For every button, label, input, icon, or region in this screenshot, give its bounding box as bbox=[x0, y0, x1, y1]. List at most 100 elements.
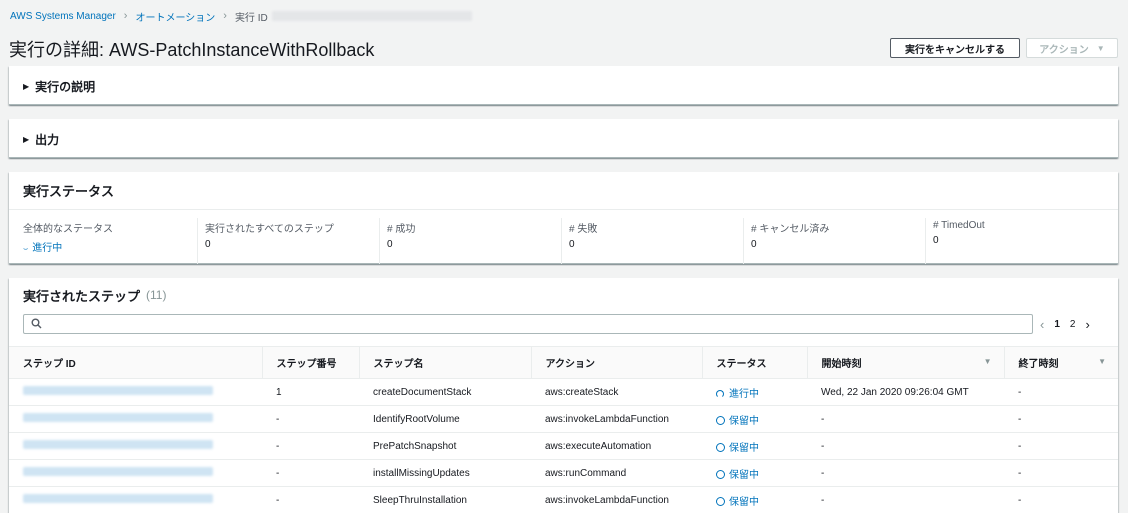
steps-count: (11) bbox=[146, 288, 167, 302]
status-value: 0 bbox=[569, 239, 575, 250]
step-start-time: - bbox=[807, 405, 1004, 433]
page-1-button[interactable]: 1 bbox=[1054, 319, 1060, 330]
sort-caret-down-icon[interactable]: ▼ bbox=[1098, 357, 1106, 366]
step-status: 保留中 bbox=[702, 486, 807, 513]
step-start-time: - bbox=[807, 459, 1004, 487]
status-value: 0 bbox=[205, 239, 211, 250]
step-name: IdentifyRootVolume bbox=[359, 405, 531, 433]
col-action[interactable]: アクション bbox=[530, 346, 702, 379]
step-name: PrePatchSnapshot bbox=[359, 432, 531, 460]
step-action: aws:createStack bbox=[531, 378, 702, 406]
col-start-time-label: 開始時刻 bbox=[821, 359, 862, 370]
page-2-button[interactable]: 2 bbox=[1070, 319, 1076, 330]
breadcrumb-current: 実行 ID bbox=[234, 12, 268, 24]
status-value: 0 bbox=[933, 235, 939, 246]
status-value-text: 進行中 bbox=[32, 243, 63, 254]
in-progress-icon bbox=[716, 389, 724, 398]
table-row: - SleepThruInstallation aws:invokeLambda… bbox=[9, 486, 1118, 513]
step-number: - bbox=[262, 459, 359, 487]
clock-icon bbox=[716, 415, 725, 425]
status-overall: 全体的なステータス ⌣ 進行中 bbox=[9, 218, 197, 264]
step-id-link[interactable] bbox=[9, 405, 262, 433]
status-label: 実行されたすべてのステップ bbox=[205, 224, 334, 235]
caret-right-icon: ▶ bbox=[23, 134, 30, 144]
clock-icon bbox=[716, 469, 725, 479]
chevron-right-icon: › bbox=[223, 10, 227, 22]
step-end-time: - bbox=[1004, 405, 1118, 433]
step-id-link[interactable] bbox=[9, 459, 262, 487]
redacted-step-id bbox=[23, 413, 213, 422]
status-value: ⌣ 進行中 bbox=[23, 239, 197, 254]
sort-caret-down-icon[interactable]: ▼ bbox=[984, 357, 992, 366]
col-step-id[interactable]: ステップ ID bbox=[9, 346, 262, 379]
chevron-left-icon[interactable]: ‹ bbox=[1040, 317, 1044, 332]
status-all-steps: 実行されたすべてのステップ 0 bbox=[197, 218, 379, 264]
breadcrumb-root-link[interactable]: AWS Systems Manager bbox=[10, 11, 116, 22]
col-step-name[interactable]: ステップ名 bbox=[358, 346, 531, 379]
status-grid: 全体的なステータス ⌣ 進行中 実行されたすべてのステップ 0 # 成功 0 # … bbox=[9, 210, 1118, 264]
col-status[interactable]: ステータス bbox=[701, 346, 807, 379]
status-cancelled: # キャンセル済み 0 bbox=[743, 218, 925, 264]
status-failed: # 失敗 0 bbox=[561, 218, 743, 264]
description-expander[interactable]: ▶ 実行の説明 bbox=[9, 66, 1118, 106]
col-end-time-label: 終了時刻 bbox=[1018, 359, 1059, 370]
status-label: 全体的なステータス bbox=[23, 224, 113, 235]
step-status-text: 保留中 bbox=[729, 415, 759, 427]
table-row: 1 createDocumentStack aws:createStack 進行… bbox=[9, 378, 1118, 406]
table-header-row: ステップ ID ステップ番号 ステップ名 アクション ステータス 開始時刻 ▼ 終… bbox=[9, 346, 1118, 379]
clock-icon bbox=[716, 496, 725, 506]
step-end-time: - bbox=[1004, 432, 1118, 460]
cancel-execution-button[interactable]: 実行をキャンセルする bbox=[890, 38, 1020, 58]
step-status: 保留中 bbox=[702, 432, 807, 460]
redacted-step-id bbox=[23, 494, 213, 503]
step-end-time: - bbox=[1004, 486, 1118, 513]
step-status-text: 保留中 bbox=[729, 469, 759, 481]
clock-icon bbox=[716, 442, 725, 452]
step-number: - bbox=[262, 486, 359, 513]
step-id-link[interactable] bbox=[9, 378, 262, 406]
breadcrumb-automation-link[interactable]: オートメーション bbox=[135, 9, 215, 24]
step-id-link[interactable] bbox=[9, 486, 262, 513]
output-heading: 出力 bbox=[35, 132, 60, 147]
step-number: - bbox=[262, 405, 359, 433]
search-icon bbox=[31, 318, 42, 332]
output-panel: ▶ 出力 bbox=[9, 119, 1118, 158]
table-row: - installMissingUpdates aws:runCommand 保… bbox=[9, 459, 1118, 487]
status-label: # キャンセル済み bbox=[751, 224, 830, 235]
step-name: SleepThruInstallation bbox=[359, 486, 531, 513]
status-label: # 成功 bbox=[387, 224, 416, 235]
step-action: aws:runCommand bbox=[531, 459, 702, 487]
actions-dropdown-button[interactable]: アクション ▼ bbox=[1026, 38, 1118, 58]
status-value: 0 bbox=[751, 239, 757, 250]
page-title: 実行の詳細: AWS-PatchInstanceWithRollback bbox=[9, 40, 375, 60]
redacted-step-id bbox=[23, 467, 213, 476]
status-timedout: # TimedOut 0 bbox=[925, 218, 1107, 264]
step-name: installMissingUpdates bbox=[359, 459, 531, 487]
col-start-time[interactable]: 開始時刻 ▼ bbox=[806, 346, 1004, 379]
executed-steps-panel: 実行されたステップ (11) ‹ 1 2 › ステップ ID ステップ番号 ステ… bbox=[9, 278, 1118, 513]
execution-status-heading: 実行ステータス bbox=[9, 172, 1118, 210]
actions-label: アクション bbox=[1039, 44, 1089, 56]
col-step-number[interactable]: ステップ番号 bbox=[261, 346, 359, 379]
step-status: 進行中 bbox=[702, 378, 807, 406]
chevron-right-icon[interactable]: › bbox=[1085, 317, 1089, 332]
step-number: - bbox=[262, 432, 359, 460]
status-success: # 成功 0 bbox=[379, 218, 561, 264]
step-action: aws:invokeLambdaFunction bbox=[531, 405, 702, 433]
steps-table: ステップ ID ステップ番号 ステップ名 アクション ステータス 開始時刻 ▼ 終… bbox=[9, 346, 1118, 513]
step-end-time: - bbox=[1004, 459, 1118, 487]
step-status-text: 進行中 bbox=[729, 388, 759, 400]
execution-status-panel: 実行ステータス 全体的なステータス ⌣ 進行中 実行されたすべてのステップ 0 #… bbox=[9, 172, 1118, 264]
output-expander[interactable]: ▶ 出力 bbox=[9, 119, 1118, 159]
search-input[interactable] bbox=[23, 314, 1033, 334]
table-row: - IdentifyRootVolume aws:invokeLambdaFun… bbox=[9, 405, 1118, 433]
executed-steps-title: 実行されたステップ bbox=[23, 288, 141, 304]
step-action: aws:invokeLambdaFunction bbox=[531, 486, 702, 513]
col-end-time[interactable]: 終了時刻 ▼ bbox=[1003, 346, 1118, 379]
step-end-time: - bbox=[1004, 378, 1118, 406]
status-label: # TimedOut bbox=[933, 220, 985, 231]
executed-steps-heading: 実行されたステップ (11) bbox=[9, 278, 1118, 312]
table-row: - PrePatchSnapshot aws:executeAutomation… bbox=[9, 432, 1118, 460]
step-id-link[interactable] bbox=[9, 432, 262, 460]
redacted-step-id bbox=[23, 386, 213, 395]
